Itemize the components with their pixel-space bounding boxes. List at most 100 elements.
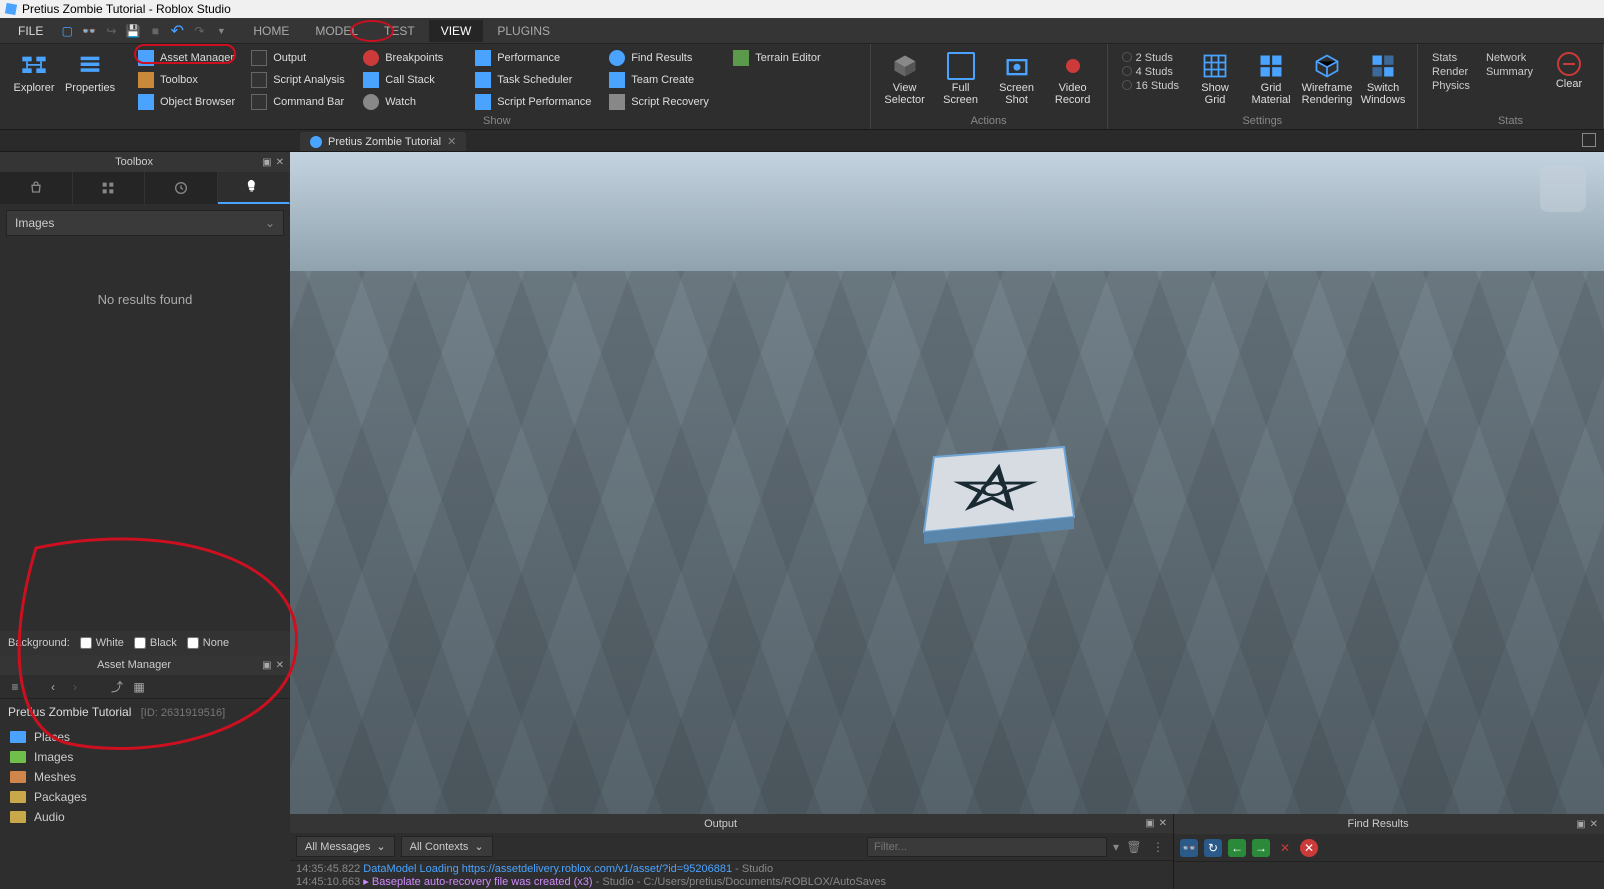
call-stack-button[interactable]: Call Stack [357,70,465,90]
render-button[interactable]: Render [1432,66,1470,78]
undo-icon[interactable]: ↶ [169,23,185,39]
command-bar-button[interactable]: Command Bar [245,92,353,112]
grid-view-icon[interactable]: ▦ [132,680,146,694]
next-result-icon[interactable]: → [1252,839,1270,857]
script-analysis-button[interactable]: Script Analysis [245,70,353,90]
tab-model[interactable]: MODEL [303,20,370,42]
output-button[interactable]: Output [245,48,353,68]
explorer-button[interactable]: Explorer [8,48,60,127]
asset-folder[interactable]: Meshes [6,767,284,787]
studs-4-radio[interactable]: 4 Studs [1122,66,1179,78]
view-selector-button[interactable]: View Selector [879,48,931,113]
team-create-button[interactable]: Team Create [603,70,723,90]
view-selector-icon [891,52,919,80]
script-performance-button[interactable]: Script Performance [469,92,599,112]
baseplate-object[interactable] [894,417,1094,557]
stats-group-label: Stats [1426,115,1595,127]
toolbox-close-icon[interactable]: ✕ [276,157,284,168]
clear-button[interactable]: Clear [1543,48,1595,113]
file-menu[interactable]: FILE [8,20,53,42]
binoculars-icon[interactable]: 👓 [81,23,97,39]
toolbox-no-results: No results found [0,242,290,357]
studs-16-radio[interactable]: 16 Studs [1122,80,1179,92]
document-tab[interactable]: Pretius Zombie Tutorial ✕ [300,132,466,151]
asset-folder[interactable]: Images [6,747,284,767]
find-results-button[interactable]: Find Results [603,48,723,68]
find-undock-icon[interactable]: ▣ [1576,819,1585,830]
script-recovery-button[interactable]: Script Recovery [603,92,723,112]
properties-button[interactable]: Properties [64,48,116,127]
find-close-icon[interactable]: ✕ [1590,819,1598,830]
bg-none-checkbox[interactable]: None [187,637,229,649]
switch-windows-icon [1369,52,1397,80]
tab-home[interactable]: HOME [241,20,301,42]
screen-shot-button[interactable]: Screen Shot [991,48,1043,113]
orientation-compass[interactable] [1540,166,1586,212]
bg-black-checkbox[interactable]: Black [134,637,177,649]
folder-icon [10,731,26,743]
more-icon[interactable]: ⋮ [1149,838,1167,856]
object-browser-button[interactable]: Object Browser [132,92,241,112]
hamburger-icon[interactable]: ≡ [8,680,22,694]
nav-forward-icon[interactable]: › [68,680,82,694]
save-icon[interactable]: 💾 [125,23,141,39]
asset-manager-button[interactable]: Asset Manager [132,48,241,68]
maximize-viewport-icon[interactable] [1582,133,1596,147]
refresh-icon[interactable]: ↻ [1204,839,1222,857]
watch-button[interactable]: Watch [357,92,465,112]
output-undock-icon[interactable]: ▣ [1145,818,1154,829]
wireframe-button[interactable]: Wireframe Rendering [1301,48,1353,113]
performance-button[interactable]: Performance [469,48,599,68]
bg-white-checkbox[interactable]: White [80,637,124,649]
asset-folder-label: Meshes [34,770,76,784]
trash-icon[interactable]: 🗑 [1125,838,1143,856]
grid-material-button[interactable]: Grid Material [1245,48,1297,113]
stop-find-icon[interactable]: ✕ [1300,839,1318,857]
breakpoints-button[interactable]: Breakpoints [357,48,465,68]
output-filter-input[interactable] [867,837,1107,857]
viewport-3d[interactable] [290,152,1604,814]
asset-folder[interactable]: Places [6,727,284,747]
video-record-button[interactable]: Video Record [1047,48,1099,113]
task-scheduler-button[interactable]: Task Scheduler [469,70,599,90]
asset-manager-close-icon[interactable]: ✕ [276,660,284,671]
binoculars-icon[interactable]: 👓 [1180,839,1198,857]
output-close-icon[interactable]: ✕ [1159,818,1167,829]
studs-2-radio[interactable]: 2 Studs [1122,52,1179,64]
asset-folder[interactable]: Packages [6,787,284,807]
stats-button[interactable]: Stats [1432,52,1470,64]
clear-result-icon[interactable]: ✕ [1276,839,1294,857]
toolbox-category-dropdown[interactable]: Images ⌄ [6,210,284,236]
physics-button[interactable]: Physics [1432,80,1470,92]
output-messages-dropdown[interactable]: All Messages⌄ [296,836,395,857]
chevron-down-icon[interactable]: ▾ [1113,840,1119,854]
terrain-editor-button[interactable]: Terrain Editor [727,48,837,68]
toolbox-undock-icon[interactable]: ▣ [262,157,271,168]
upload-icon[interactable]: ⤴ [110,680,124,694]
stop-icon[interactable]: ■ [147,23,163,39]
prev-result-icon[interactable]: ← [1228,839,1246,857]
close-tab-icon[interactable]: ✕ [447,135,456,148]
switch-windows-button[interactable]: Switch Windows [1357,48,1409,113]
toolbox-tab-recent[interactable] [145,172,218,204]
tab-view[interactable]: VIEW [429,20,484,42]
toolbox-tab-marketplace[interactable] [0,172,73,204]
summary-button[interactable]: Summary [1486,66,1533,78]
qat-dropdown-icon[interactable]: ▼ [213,23,229,39]
redo-small-icon[interactable]: ↪ [103,23,119,39]
redo-icon[interactable]: ↷ [191,23,207,39]
toolbox-button[interactable]: Toolbox [132,70,241,90]
output-log: 14:35:45.822 DataModel Loading https://a… [290,861,1173,889]
asset-folder[interactable]: Audio [6,807,284,827]
toolbox-tab-inventory[interactable] [73,172,146,204]
show-grid-button[interactable]: Show Grid [1189,48,1241,113]
toolbox-tab-creations[interactable] [218,172,291,204]
output-contexts-dropdown[interactable]: All Contexts⌄ [401,836,493,857]
new-icon[interactable]: ▢ [59,23,75,39]
tab-plugins[interactable]: PLUGINS [485,20,562,42]
nav-back-icon[interactable]: ‹ [46,680,60,694]
network-button[interactable]: Network [1486,52,1533,64]
tab-test[interactable]: TEST [372,20,427,42]
full-screen-button[interactable]: Full Screen [935,48,987,113]
asset-manager-undock-icon[interactable]: ▣ [262,660,271,671]
